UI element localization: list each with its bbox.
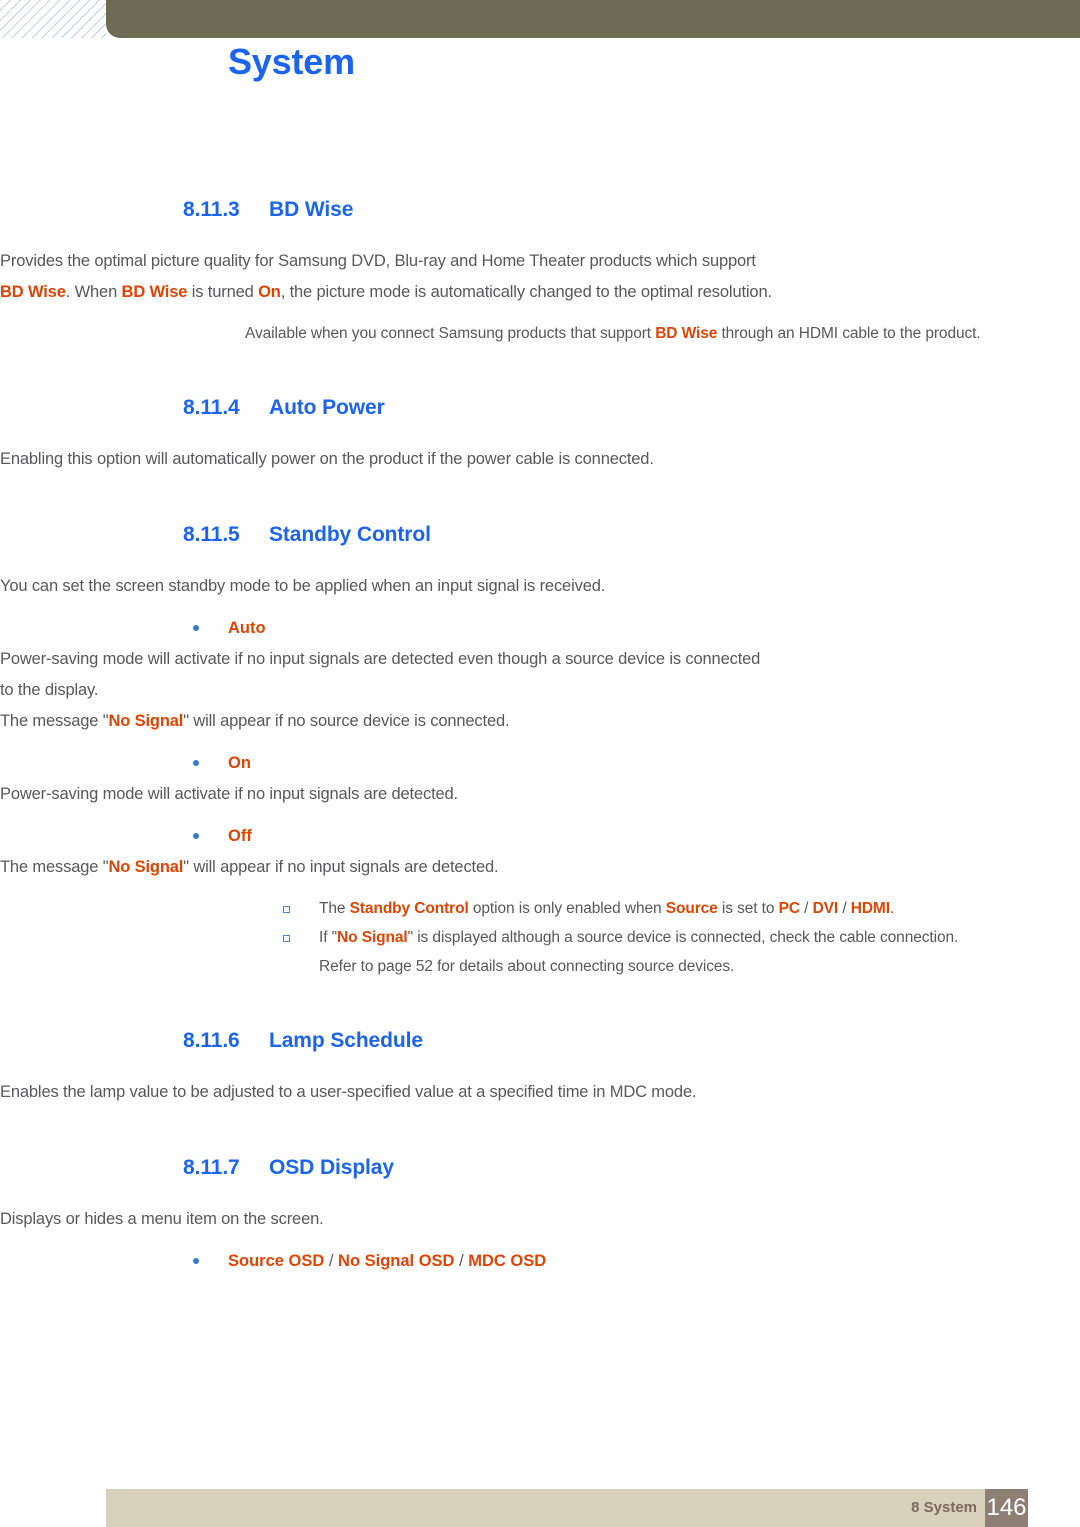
bullet-dot-icon	[193, 760, 199, 766]
footer-chapter-label: 8 System	[911, 1499, 977, 1516]
section-heading-8.11.4: 8.11.4 Auto Power	[0, 394, 1080, 422]
list-item-label: Source OSD / No Signal OSD / MDC OSD	[228, 1252, 547, 1270]
corner-hatch-decoration	[0, 0, 106, 38]
chapter-badge: 8	[126, 0, 180, 38]
footer-bar: 8 System	[106, 1489, 1025, 1527]
heading-spacer	[0, 1182, 1080, 1204]
square-bullet-icon	[283, 935, 290, 942]
section-number: 8.11.3	[183, 198, 240, 221]
list-item-body: The message "No Signal" will appear if n…	[0, 712, 510, 730]
list-item-body: Power-saving mode will activate if no in…	[0, 650, 761, 699]
square-bullet-icon	[283, 906, 290, 913]
body-paragraph: You can set the screen standby mode to b…	[0, 577, 606, 595]
list-item: Source OSD / No Signal OSD / MDC OSD	[189, 1246, 979, 1277]
keyword: BD Wise	[121, 283, 188, 301]
bullet-spacer	[0, 602, 1080, 613]
bullet-dot-icon	[193, 1258, 199, 1264]
keyword: BD Wise	[655, 325, 718, 342]
bullet-spacer	[0, 810, 1080, 821]
list-item-label: On	[228, 754, 251, 772]
section-title: Lamp Schedule	[269, 1029, 423, 1052]
body-paragraph: Displays or hides a menu item on the scr…	[0, 1210, 324, 1228]
separator: /	[454, 1252, 469, 1270]
note-text: If "No Signal" is displayed although a s…	[319, 929, 959, 975]
bullet-dot-icon	[193, 625, 199, 631]
footer-page-box: 146	[985, 1489, 1028, 1527]
keyword: No Signal	[108, 858, 184, 876]
keyword: No Signal	[337, 929, 408, 946]
bullet-spacer	[0, 1235, 1080, 1246]
bullet-dot-icon	[193, 833, 199, 839]
list-item-label: Auto	[228, 619, 266, 637]
separator: /	[324, 1252, 339, 1270]
bullet-spacer	[0, 737, 1080, 748]
section-title: OSD Display	[269, 1156, 394, 1179]
section-title: Auto Power	[269, 396, 385, 419]
body-paragraph: Provides the optimal picture quality for…	[0, 252, 772, 301]
body-paragraph: Enabling this option will automatically …	[0, 450, 654, 468]
section-heading-8.11.5: 8.11.5 Standby Control	[0, 521, 1080, 549]
keyword: PC	[778, 900, 800, 917]
note-text: The Standby Control option is only enabl…	[319, 900, 895, 917]
keyword: No Signal	[108, 712, 184, 730]
note-list-item: The Standby Control option is only enabl…	[283, 894, 983, 923]
page-header-band	[106, 0, 1080, 38]
heading-spacer	[0, 1055, 1080, 1077]
list-item-label: Off	[228, 827, 252, 845]
indented-note: Available when you connect Samsung produ…	[245, 325, 981, 342]
document-body: 8.11.3 BD Wise Provides the optimal pictur…	[0, 196, 1080, 1277]
list-item-body: Power-saving mode will activate if no in…	[0, 785, 458, 803]
body-paragraph: Enables the lamp value to be adjusted to…	[0, 1083, 697, 1101]
keyword: On	[258, 283, 281, 301]
list-item-body: The message "No Signal" will appear if n…	[0, 858, 499, 876]
section-number: 8.11.7	[183, 1156, 240, 1179]
heading-spacer	[0, 422, 1080, 444]
list-item: On	[189, 748, 979, 779]
section-title: BD Wise	[269, 198, 354, 221]
section-number: 8.11.6	[183, 1029, 240, 1052]
section-heading-8.11.3: 8.11.3 BD Wise	[0, 196, 1080, 224]
keyword: BD Wise	[0, 283, 66, 301]
list-item: Auto	[189, 613, 979, 644]
keyword: Standby Control	[349, 900, 469, 917]
section-heading-8.11.6: 8.11.6 Lamp Schedule	[0, 1027, 1080, 1055]
section-heading-8.11.7: 8.11.7 OSD Display	[0, 1154, 1080, 1182]
note-spacer	[0, 883, 1080, 894]
section-number: 8.11.5	[183, 523, 240, 546]
page-title: System	[228, 41, 355, 82]
note-spacer	[0, 308, 1080, 319]
footer-page-number: 146	[986, 1494, 1027, 1521]
heading-spacer	[0, 224, 1080, 246]
keyword: DVI	[812, 900, 839, 917]
section-number: 8.11.4	[183, 396, 240, 419]
keyword: Source	[665, 900, 718, 917]
heading-spacer	[0, 549, 1080, 571]
list-item: Off	[189, 821, 979, 852]
section-title: Standby Control	[269, 523, 431, 546]
note-list-item: If "No Signal" is displayed although a s…	[283, 923, 983, 981]
keyword: HDMI	[850, 900, 890, 917]
